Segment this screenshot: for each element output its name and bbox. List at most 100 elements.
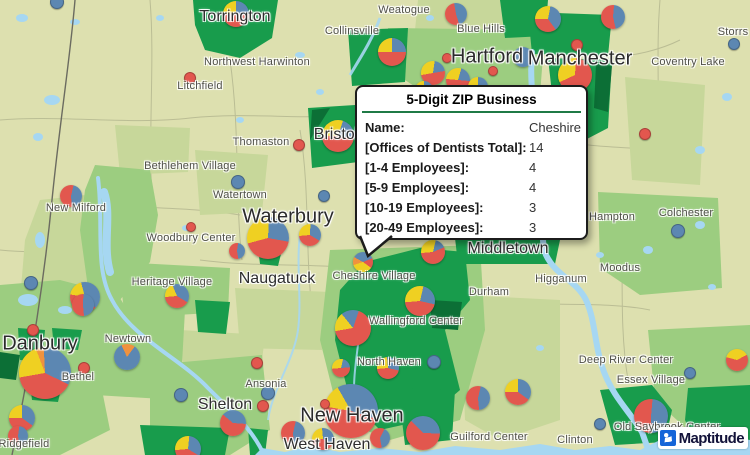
point-marker[interactable]: [27, 324, 39, 336]
point-marker[interactable]: [24, 276, 38, 290]
point-marker[interactable]: [684, 367, 696, 379]
point-marker[interactable]: [571, 39, 583, 51]
point-marker[interactable]: [78, 362, 90, 374]
point-marker[interactable]: [442, 53, 452, 63]
pie-chart-marker[interactable]: [370, 428, 390, 448]
popup-row: [5-9 Employees]: 4: [357, 178, 586, 198]
popup-row: [1-4 Employees]: 4: [357, 158, 586, 178]
pie-chart-marker[interactable]: [19, 347, 71, 399]
popup-row-label: [20-49 Employees]:: [365, 220, 484, 235]
map-label: Wallingford Center: [369, 315, 463, 327]
pie-chart-marker[interactable]: [377, 357, 399, 379]
info-popup: 5-Digit ZIP Business Name: Cheshire [Off…: [355, 85, 588, 240]
map-label: Watertown: [213, 189, 267, 201]
pie-chart-marker[interactable]: [165, 284, 189, 308]
popup-row-label: [1-4 Employees]:: [365, 160, 469, 175]
popup-row-value: Cheshire: [529, 118, 581, 138]
point-marker[interactable]: [320, 399, 330, 409]
map-label: Coventry Lake: [651, 56, 725, 68]
pie-chart-marker[interactable]: [60, 185, 82, 207]
point-marker[interactable]: [488, 66, 498, 76]
pie-chart-marker[interactable]: [229, 243, 245, 259]
popup-row-value: 3: [529, 198, 536, 218]
map-label: Naugatuck: [239, 270, 316, 288]
pie-chart-marker[interactable]: [322, 120, 354, 152]
pie-chart-marker[interactable]: [406, 416, 440, 450]
pie-chart-marker[interactable]: [405, 286, 435, 316]
map-label: Blue Hills: [457, 23, 505, 35]
point-marker[interactable]: [671, 224, 685, 238]
map-label: Litchfield: [177, 80, 222, 92]
pie-chart-marker[interactable]: [535, 6, 561, 32]
map-label: Storrs: [718, 26, 749, 38]
pie-chart-marker[interactable]: [8, 426, 28, 446]
pie-chart-marker[interactable]: [335, 310, 371, 346]
pie-chart-marker[interactable]: [466, 386, 490, 410]
pie-chart-marker[interactable]: [72, 294, 94, 316]
map-label: Guilford Center: [450, 431, 528, 443]
pie-chart-marker[interactable]: [220, 410, 246, 436]
pie-chart-marker[interactable]: [247, 217, 289, 259]
point-marker[interactable]: [186, 222, 196, 232]
pie-chart-marker[interactable]: [421, 240, 445, 264]
pie-chart-marker[interactable]: [223, 1, 249, 27]
maptitude-logo-icon: [660, 430, 676, 446]
popup-row-label: [5-9 Employees]:: [365, 180, 469, 195]
pie-chart-marker[interactable]: [312, 428, 334, 450]
popup-pointer: [356, 234, 396, 258]
pie-chart-marker[interactable]: [175, 436, 201, 455]
popup-row: [10-19 Employees]: 3: [357, 198, 586, 218]
maptitude-logo: Maptitude: [658, 427, 748, 449]
popup-row-value: 4: [529, 178, 536, 198]
map-label: Woodbury Center: [146, 232, 235, 244]
point-marker[interactable]: [594, 418, 606, 430]
map-viewport[interactable]: TorringtonWeatogueCollinsvilleBlue Hills…: [0, 0, 750, 455]
popup-title: 5-Digit ZIP Business: [357, 87, 586, 111]
point-marker[interactable]: [261, 386, 275, 400]
popup-row-value: 14: [529, 138, 543, 158]
point-marker[interactable]: [231, 175, 245, 189]
map-label: Durham: [469, 286, 509, 298]
map-label: Essex Village: [617, 374, 685, 386]
pie-chart-marker[interactable]: [601, 5, 625, 29]
map-label: Thomaston: [233, 136, 290, 148]
popup-row-label: Name:: [365, 120, 405, 135]
popup-row-label: [Offices of Dentists Total]:: [365, 140, 527, 155]
map-label: Middletown: [468, 240, 549, 258]
popup-row: Name: Cheshire: [357, 118, 586, 138]
map-label: Clinton: [557, 434, 593, 446]
map-label: Northwest Harwinton: [204, 56, 310, 68]
map-label: Cheshire Village: [332, 270, 415, 282]
pie-chart-marker[interactable]: [324, 384, 378, 438]
point-marker[interactable]: [257, 400, 269, 412]
pie-chart-marker[interactable]: [445, 3, 467, 25]
pie-chart-marker[interactable]: [281, 421, 305, 445]
point-marker[interactable]: [639, 128, 651, 140]
popup-row: [Offices of Dentists Total]: 14: [357, 138, 586, 158]
point-marker[interactable]: [427, 355, 441, 369]
popup-divider: [362, 111, 581, 113]
map-label: Bethlehem Village: [144, 160, 236, 172]
map-label: Deep River Center: [579, 354, 674, 366]
popup-row-value: 3: [529, 218, 536, 238]
pie-chart-marker[interactable]: [299, 224, 321, 246]
point-marker[interactable]: [293, 139, 305, 151]
pie-chart-marker[interactable]: [378, 38, 406, 66]
pie-chart-marker[interactable]: [114, 344, 140, 370]
popup-row-label: [10-19 Employees]:: [365, 200, 484, 215]
map-label: Moodus: [600, 262, 640, 274]
point-marker[interactable]: [174, 388, 188, 402]
map-label: Hampton: [589, 211, 635, 223]
point-marker[interactable]: [728, 38, 740, 50]
map-label: Higganum: [535, 273, 587, 285]
map-label: Weatogue: [378, 4, 430, 16]
point-marker[interactable]: [251, 357, 263, 369]
pie-chart-marker[interactable]: [513, 47, 533, 67]
point-marker[interactable]: [184, 72, 196, 84]
pie-chart-marker[interactable]: [726, 349, 748, 371]
pie-chart-marker[interactable]: [332, 359, 350, 377]
pie-chart-marker[interactable]: [505, 379, 531, 405]
point-marker[interactable]: [318, 190, 330, 202]
popup-row-value: 4: [529, 158, 536, 178]
point-marker[interactable]: [50, 0, 64, 9]
